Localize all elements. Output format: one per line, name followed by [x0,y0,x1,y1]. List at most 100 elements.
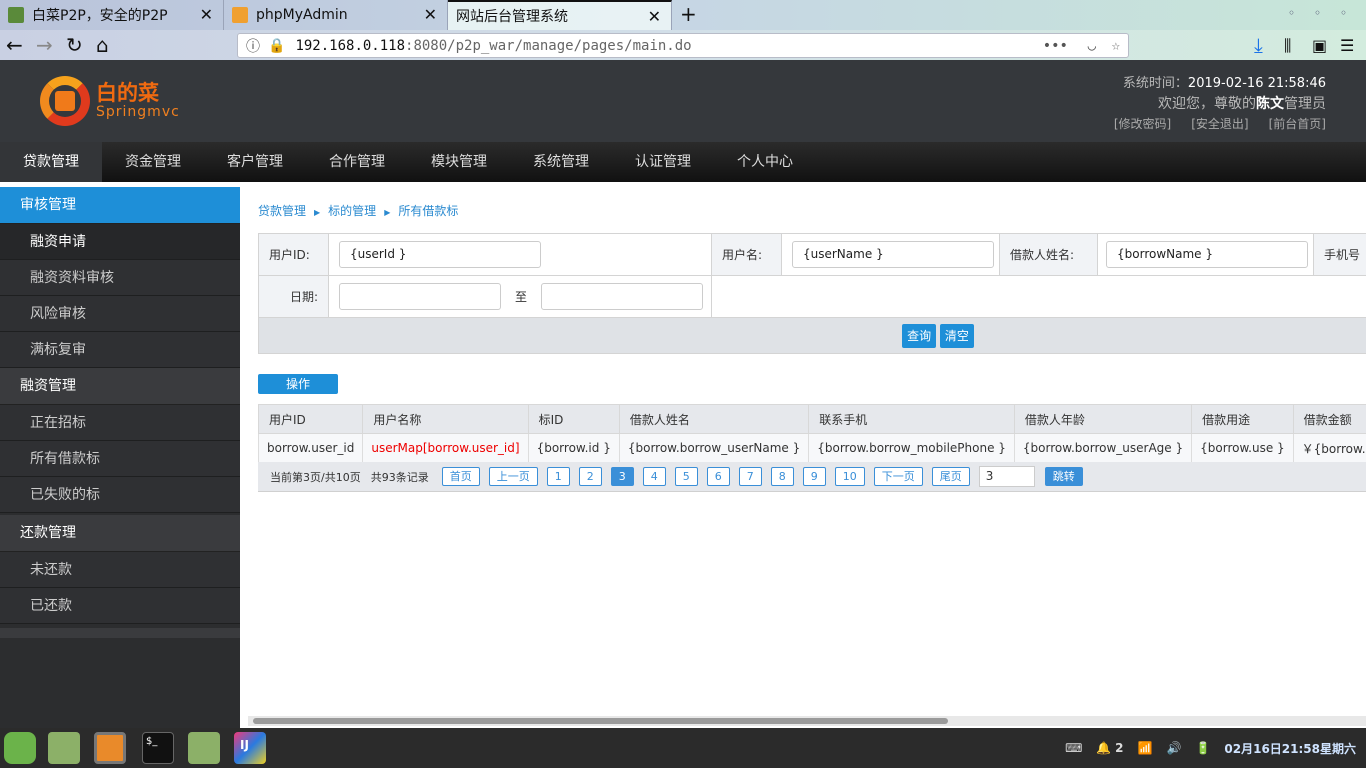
tab-phpmyadmin[interactable]: phpMyAdmin ✕ [224,0,448,30]
jump-button[interactable]: 跳转 [1044,467,1083,486]
bookmark-star-icon[interactable]: ☆ [1112,38,1120,54]
cabbage-icon [8,7,24,23]
clear-button[interactable]: 清空 [939,323,974,348]
sidebar-item-doc-review[interactable]: 融资资料审核 [0,260,240,296]
sidebar-item-failed[interactable]: 已失败的标 [0,477,240,513]
files-icon[interactable] [48,732,80,764]
date-from-input[interactable] [339,283,501,310]
user-name-input[interactable]: {userName } [792,241,994,268]
page-button[interactable]: 6 [706,467,730,486]
nav-system[interactable]: 系统管理 [510,142,612,182]
sidebar-icon[interactable]: ▣ [1312,36,1327,55]
intellij-icon[interactable]: IJ [234,732,266,764]
volume-icon[interactable]: 🔊 [1166,741,1181,755]
col-age: 借款人年龄 [1013,404,1193,434]
page-button[interactable]: 5 [674,467,698,486]
borrow-name-input[interactable]: {borrowName } [1106,241,1308,268]
operate-button[interactable]: 操作 [258,374,338,394]
clock[interactable]: 02月16日21:58星期六 [1224,740,1356,757]
keyboard-icon[interactable]: ⌨ [1065,741,1082,755]
maximize-icon[interactable]: ◦ [1314,6,1321,20]
next-page-button[interactable]: 下一页 [873,467,923,486]
page-button[interactable]: 1 [546,467,570,486]
url-host: 192.168.0.118 [295,37,406,54]
page-button[interactable]: 8 [770,467,794,486]
query-button[interactable]: 查询 [902,323,937,348]
forward-icon[interactable]: → [36,33,53,57]
nav-modules[interactable]: 模块管理 [408,142,510,182]
page-actions-icon[interactable]: ••• [1043,38,1068,54]
sidebar-item-full-review[interactable]: 满标复审 [0,332,240,368]
nav-funds[interactable]: 资金管理 [102,142,204,182]
cell-phone: {borrow.borrow_mobilePhone } [808,433,1015,463]
minimize-icon[interactable]: ◦ [1288,6,1295,20]
close-icon[interactable]: ✕ [200,5,213,24]
sidebar-group-review[interactable]: 审核管理 [0,187,240,224]
sidebar-item-unpaid[interactable]: 未还款 [0,552,240,588]
nav-personal[interactable]: 个人中心 [714,142,816,182]
col-borrower-name: 借款人姓名 [618,404,810,434]
nav-auth[interactable]: 认证管理 [612,142,714,182]
horizontal-scrollbar[interactable] [248,716,1366,726]
battery-icon[interactable]: 🔋 [1195,741,1210,755]
page-button[interactable]: 10 [834,467,865,486]
breadcrumb: 贷款管理 ▶ 标的管理 ▶ 所有借款标 [258,202,458,219]
new-tab-icon[interactable]: + [680,2,697,26]
sidebar-item-bidding[interactable]: 正在招标 [0,405,240,441]
page-button[interactable]: 2 [578,467,602,486]
sidebar-item-risk-review[interactable]: 风险审核 [0,296,240,332]
wifi-icon[interactable]: 📶 [1138,741,1153,755]
breadcrumb-item[interactable]: 标的管理 [328,204,376,218]
logo: 白的菜 Springmvc [40,76,180,126]
nav-loan[interactable]: 贷款管理 [0,142,102,182]
tab-baicai[interactable]: 白菜P2P，安全的P2P ✕ [0,0,224,30]
prev-page-button[interactable]: 上一页 [488,467,538,486]
logout-link[interactable]: [安全退出] [1191,117,1248,131]
url-bar[interactable]: ⓘ 🔒 192.168.0.118:8080/p2p_war/manage/pa… [237,33,1129,58]
back-icon[interactable]: ← [6,33,23,57]
page-button-current[interactable]: 3 [610,467,634,486]
close-icon[interactable]: ✕ [424,5,437,24]
logo-text-en: Springmvc [96,104,180,120]
close-window-icon[interactable]: ◦ [1340,6,1347,20]
nav-partners[interactable]: 合作管理 [306,142,408,182]
info-icon[interactable]: ⓘ [246,36,260,56]
col-phone: 联系手机 [808,404,1015,434]
pocket-icon[interactable]: ◡ [1088,38,1096,54]
change-password-link[interactable]: [修改密码] [1114,117,1171,131]
breadcrumb-item[interactable]: 贷款管理 [258,204,306,218]
col-purpose: 借款用途 [1191,404,1294,434]
sidebar-item-paid[interactable]: 已还款 [0,588,240,624]
nav-customers[interactable]: 客户管理 [204,142,306,182]
sidebar-group-financing[interactable]: 融资管理 [0,368,240,405]
library-icon[interactable]: ⫼ [1284,36,1291,56]
jump-page-input[interactable]: 3 [978,466,1035,487]
sidebar-group-repayment[interactable]: 还款管理 [0,515,240,552]
reload-icon[interactable]: ↻ [66,33,83,57]
cell-borrower-name: {borrow.borrow_userName } [618,433,810,463]
menu-icon[interactable]: ☰ [1340,36,1354,55]
sidebar-item-financing-apply[interactable]: 融资申请 [0,224,240,260]
user-id-input[interactable]: {userId } [339,241,541,268]
home-icon[interactable]: ⌂ [96,33,109,57]
system-tray: ⌨ 🔔 2 📶 🔊 🔋 02月16日21:58星期六 [1065,728,1356,768]
firefox-icon[interactable] [94,732,126,764]
sidebar-item-all-loans[interactable]: 所有借款标 [0,441,240,477]
download-icon[interactable]: ⤓ [1254,33,1263,57]
page-button[interactable]: 4 [642,467,666,486]
folder-icon[interactable] [188,732,220,764]
tab-title: 网站后台管理系统 [456,9,568,25]
front-home-link[interactable]: [前台首页] [1269,117,1326,131]
last-page-button[interactable]: 尾页 [931,467,970,486]
close-icon[interactable]: ✕ [648,7,661,26]
tab-admin[interactable]: 网站后台管理系统 ✕ [448,0,672,30]
page-button[interactable]: 9 [802,467,826,486]
mint-menu-icon[interactable] [4,732,36,764]
first-page-button[interactable]: 首页 [441,467,480,486]
col-user-name: 用户名称 [362,404,529,434]
scrollbar-thumb[interactable] [253,718,948,724]
terminal-icon[interactable]: $_ [142,732,174,764]
page-button[interactable]: 7 [738,467,762,486]
notification-icon[interactable]: 🔔 2 [1096,741,1123,755]
date-to-input[interactable] [541,283,704,310]
